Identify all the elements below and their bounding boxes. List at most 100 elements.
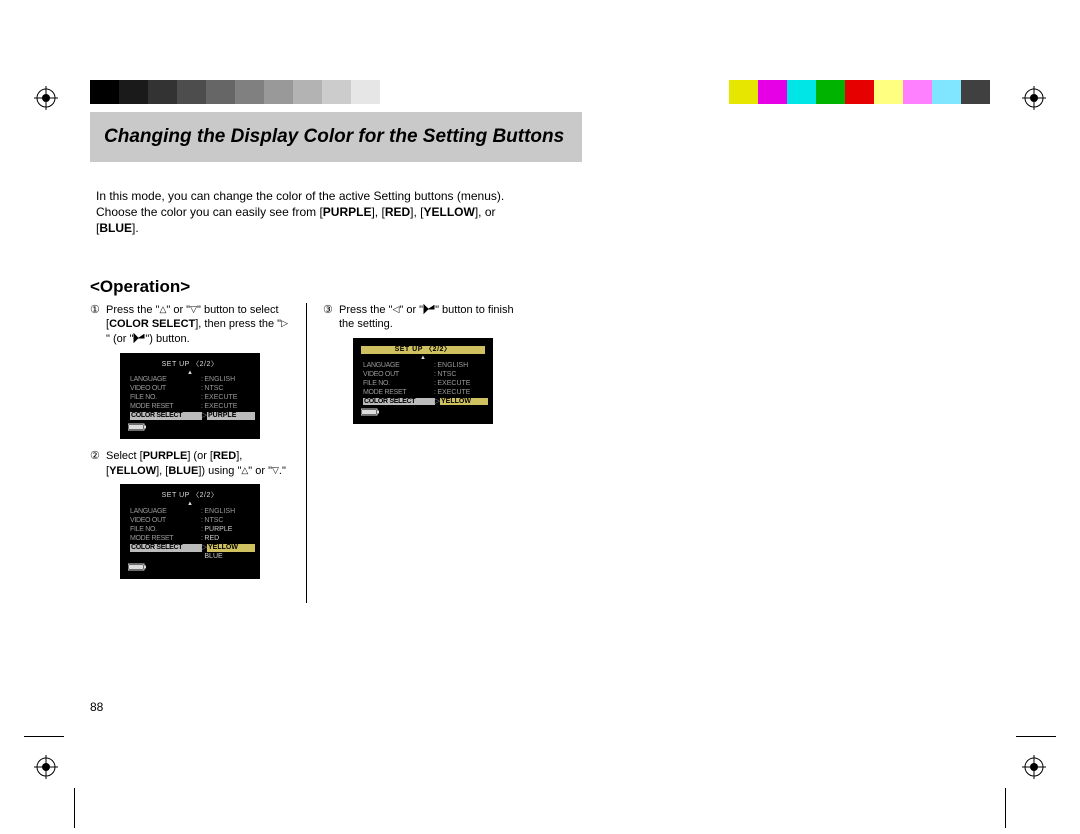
column-2: ③ Press the "◁" or "" button to finish t… — [307, 303, 539, 603]
crop-mark — [1016, 736, 1056, 737]
crop-mark — [74, 788, 75, 828]
registration-mark — [1022, 755, 1046, 779]
battery-icon — [361, 408, 485, 416]
color-swatch — [380, 80, 409, 104]
color-swatch — [903, 80, 932, 104]
color-swatch — [322, 80, 351, 104]
lcd-row: MODE RESET:EXECUTE — [361, 388, 485, 397]
t: ." — [279, 465, 286, 477]
lcd-value: YELLOW — [440, 398, 488, 406]
lcd-row: VIDEO OUT:NTSC — [128, 385, 252, 394]
t: Press the " — [339, 304, 392, 316]
page-content: Changing the Display Color for the Setti… — [90, 80, 990, 603]
enter-icon — [423, 304, 435, 316]
lcd-row: VIDEO OUT:NTSC — [128, 516, 252, 525]
lcd-label: LANGUAGE — [130, 508, 200, 516]
step-number: ③ — [323, 303, 339, 333]
lcd-row: FILE NO.:PURPLE — [128, 525, 252, 534]
lcd-selected-row: COLOR SELECT▷PURPLE — [128, 412, 252, 421]
opt: PURPLE — [143, 450, 188, 462]
lcd-selected-row: COLOR SELECT▷YELLOW — [128, 543, 252, 552]
print-color-bar — [90, 80, 990, 104]
color-swatch — [932, 80, 961, 104]
step-text: Press the "△" or "▽" button to select [C… — [106, 303, 290, 348]
lcd-title: SET UP 〈2/2〉 — [128, 361, 252, 369]
down-triangle-icon: ▽ — [272, 464, 279, 476]
lcd-label: COLOR SELECT — [130, 412, 202, 420]
operation-columns: ① Press the "△" or "▽" button to select … — [90, 303, 990, 603]
step-2: ② Select [PURPLE] (or [RED], [YELLOW], [… — [90, 449, 290, 479]
intro-part: ], [ — [410, 205, 423, 219]
color-swatch — [119, 80, 148, 104]
color-swatch — [148, 80, 177, 104]
enter-icon — [133, 333, 145, 345]
t: " (or " — [106, 333, 133, 345]
color-red: RED — [385, 205, 410, 219]
registration-mark — [34, 86, 58, 110]
opt: BLUE — [168, 465, 198, 477]
color-swatch — [90, 80, 119, 104]
lcd-row: LANGUAGE:ENGLISH — [128, 507, 252, 516]
t: Select [ — [106, 450, 143, 462]
page-number: 88 — [90, 700, 103, 714]
color-swatch — [729, 80, 758, 104]
column-1: ① Press the "△" or "▽" button to select … — [90, 303, 307, 603]
lcd-screenshot-2: SET UP 〈2/2〉 ▲ LANGUAGE:ENGLISH VIDEO OU… — [120, 484, 260, 579]
step-3: ③ Press the "◁" or "" button to finish t… — [323, 303, 523, 333]
intro-text: In this mode, you can change the color o… — [96, 188, 516, 237]
registration-mark — [34, 755, 58, 779]
lcd-label: FILE NO. — [130, 526, 200, 534]
registration-mark — [1022, 86, 1046, 110]
lcd-row: VIDEO OUT:NTSC — [361, 370, 485, 379]
step-number: ② — [90, 449, 106, 479]
t: ], [ — [156, 465, 168, 477]
battery-icon — [128, 423, 252, 431]
color-yellow: YELLOW — [424, 205, 475, 219]
crop-mark — [1005, 788, 1006, 828]
step-text: Press the "◁" or "" button to finish the… — [339, 303, 523, 333]
intro-part: ]. — [132, 221, 139, 235]
lcd-screenshot-3: SET UP 〈2/2〉 ▲ LANGUAGE:ENGLISHVIDEO OUT… — [353, 338, 493, 424]
color-swatch — [787, 80, 816, 104]
color-swatch — [293, 80, 322, 104]
lcd-value: RED — [204, 535, 250, 543]
color-purple: PURPLE — [323, 205, 372, 219]
lcd-label: COLOR SELECT — [363, 398, 435, 406]
lcd-row: FILE NO.:EXECUTE — [361, 379, 485, 388]
t: " or " — [166, 304, 190, 316]
opt: YELLOW — [109, 465, 156, 477]
lcd-title: SET UP 〈2/2〉 — [128, 492, 252, 500]
t: ], then press the " — [195, 318, 281, 330]
t: ]) using " — [198, 465, 241, 477]
color-swatch — [845, 80, 874, 104]
down-triangle-icon: ▽ — [190, 303, 197, 315]
battery-icon — [128, 563, 252, 571]
color-swatch — [235, 80, 264, 104]
step-number: ① — [90, 303, 106, 348]
intro-part: ], [ — [371, 205, 384, 219]
step-1: ① Press the "△" or "▽" button to select … — [90, 303, 290, 348]
crop-mark — [24, 736, 64, 737]
color-swatch — [874, 80, 903, 104]
t: ] (or [ — [187, 450, 213, 462]
section-heading: Changing the Display Color for the Setti… — [90, 112, 582, 162]
t: Press the " — [106, 304, 159, 316]
color-swatch — [758, 80, 787, 104]
step-text: Select [PURPLE] (or [RED], [YELLOW], [BL… — [106, 449, 290, 479]
color-swatch — [816, 80, 845, 104]
lcd-selected-row: COLOR SELECT▷YELLOW — [361, 397, 485, 406]
lcd-value: YELLOW — [207, 544, 255, 552]
color-blue: BLUE — [99, 221, 132, 235]
lcd-value: ENGLISH — [204, 508, 250, 516]
lcd-value: NTSC — [204, 517, 250, 525]
lcd-row: FILE NO.:EXECUTE — [128, 394, 252, 403]
lcd-row: LANGUAGE:ENGLISH — [361, 361, 485, 370]
lcd-value: BLUE — [204, 553, 250, 561]
operation-heading: <Operation> — [90, 277, 990, 297]
lcd-value: PURPLE — [207, 412, 255, 420]
color-swatch — [264, 80, 293, 104]
lcd-row: MODE RESET:RED — [128, 534, 252, 543]
lcd-title: SET UP 〈2/2〉 — [361, 346, 485, 354]
opt: RED — [213, 450, 236, 462]
lcd-label: VIDEO OUT — [130, 517, 200, 525]
